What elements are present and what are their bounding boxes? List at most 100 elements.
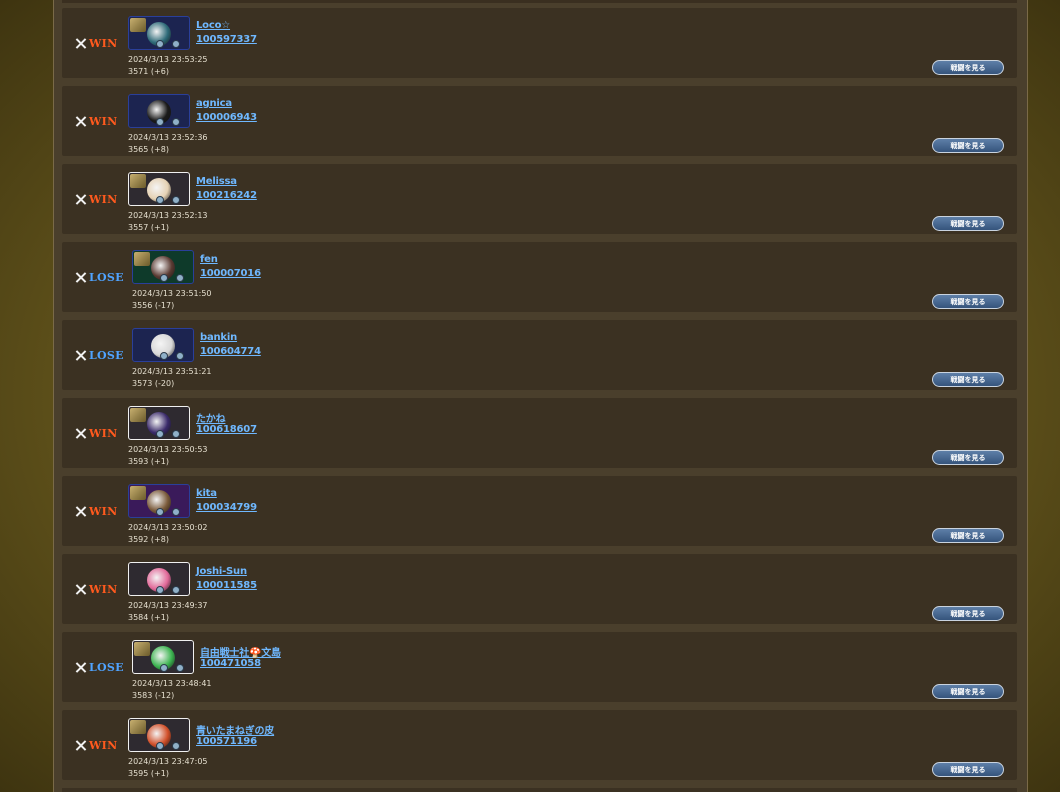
rank-badge-icon — [134, 642, 150, 656]
player-id-link[interactable]: 100011585 — [196, 580, 257, 591]
watch-battle-button[interactable]: 戦闘を見る — [932, 450, 1004, 465]
watch-battle-button[interactable]: 戦闘を見る — [932, 684, 1004, 699]
rank-badge-icon — [130, 18, 146, 32]
player-id-link[interactable]: 100007016 — [200, 268, 261, 279]
watch-battle-button[interactable]: 戦闘を見る — [932, 372, 1004, 387]
team-icon[interactable] — [132, 250, 194, 284]
player-name-link[interactable]: bankin — [200, 332, 237, 343]
battle-timestamp: 2024/3/13 23:49:37 — [128, 601, 208, 610]
team-icon[interactable] — [128, 172, 190, 206]
result-label: LOSE — [89, 270, 124, 284]
result-indicator: WIN — [75, 115, 117, 128]
match-row: LOSE 自由戦士社🍄文島 100471058 2024/3/13 23:48:… — [62, 632, 1017, 702]
rank-badge-icon — [130, 486, 146, 500]
crossed-swords-icon — [75, 38, 86, 49]
player-id-link[interactable]: 100597337 — [196, 34, 257, 45]
rating-change: 3556 (-17) — [132, 301, 175, 310]
team-icon[interactable] — [132, 640, 194, 674]
element-dot-icon — [156, 196, 164, 204]
match-row: WIN kita 100034799 2024/3/13 23:50:02 35… — [62, 476, 1017, 546]
watch-battle-button[interactable]: 戦闘を見る — [932, 762, 1004, 777]
result-label: WIN — [89, 426, 118, 440]
team-icon[interactable] — [128, 562, 190, 596]
match-row: WIN agnica 100006943 2024/3/13 23:52:36 … — [62, 86, 1017, 156]
player-id-link[interactable]: 100216242 — [196, 190, 257, 201]
element-dot-icon — [172, 430, 180, 438]
result-indicator: LOSE — [75, 270, 124, 284]
watch-battle-button[interactable]: 戦闘を見る — [932, 294, 1004, 309]
team-icon[interactable] — [128, 718, 190, 752]
crossed-swords-icon — [75, 116, 86, 127]
rating-change: 3595 (+1) — [128, 769, 169, 778]
player-id-link[interactable]: 100604774 — [200, 346, 261, 357]
battle-timestamp: 2024/3/13 23:50:53 — [128, 445, 208, 454]
result-indicator: WIN — [75, 426, 118, 440]
team-icon[interactable] — [128, 484, 190, 518]
element-dot-icon — [156, 742, 164, 750]
element-dot-icon — [156, 40, 164, 48]
player-id-link[interactable]: 100034799 — [196, 502, 257, 513]
team-icon[interactable] — [132, 328, 194, 362]
watch-battle-button[interactable]: 戦闘を見る — [932, 60, 1004, 75]
element-dot-icon — [176, 352, 184, 360]
team-icon[interactable] — [128, 16, 190, 50]
player-name-link[interactable]: agnica — [196, 98, 232, 109]
player-name-link[interactable]: kita — [196, 488, 217, 499]
watch-battle-button[interactable]: 戦闘を見る — [932, 528, 1004, 543]
player-name-link[interactable]: Joshi-Sun — [196, 566, 247, 577]
battle-timestamp: 2024/3/13 23:52:13 — [128, 211, 208, 220]
team-icon[interactable] — [128, 94, 190, 128]
next-row-edge — [62, 788, 1017, 792]
match-row: LOSE fen 100007016 2024/3/13 23:51:50 35… — [62, 242, 1017, 312]
match-row: LOSE bankin 100604774 2024/3/13 23:51:21… — [62, 320, 1017, 390]
watch-battle-button[interactable]: 戦闘を見る — [932, 216, 1004, 231]
result-label: WIN — [89, 192, 118, 206]
element-dot-icon — [156, 508, 164, 516]
rating-change: 3584 (+1) — [128, 613, 169, 622]
rating-change: 3593 (+1) — [128, 457, 169, 466]
element-dot-icon — [172, 508, 180, 516]
crossed-swords-icon — [75, 428, 86, 439]
element-dot-icon — [156, 118, 164, 126]
rank-badge-icon — [130, 408, 146, 422]
player-name-link[interactable]: 青いたまねぎの皮 — [196, 722, 274, 737]
rating-change: 3565 (+8) — [128, 145, 169, 154]
watch-battle-button[interactable]: 戦闘を見る — [932, 138, 1004, 153]
crossed-swords-icon — [75, 662, 86, 673]
result-indicator: WIN — [75, 192, 118, 206]
element-dot-icon — [172, 742, 180, 750]
crossed-swords-icon — [75, 272, 86, 283]
result-indicator: WIN — [75, 504, 118, 518]
result-indicator: LOSE — [75, 661, 124, 674]
watch-battle-button[interactable]: 戦闘を見る — [932, 606, 1004, 621]
player-name-link[interactable]: たかね — [196, 410, 226, 425]
rating-change: 3571 (+6) — [128, 67, 169, 76]
result-label: WIN — [89, 36, 118, 50]
player-id-link[interactable]: 100006943 — [196, 112, 257, 123]
result-indicator: WIN — [75, 583, 117, 596]
player-id-link[interactable]: 100471058 — [200, 658, 261, 669]
result-indicator: WIN — [75, 738, 118, 752]
result-label: WIN — [89, 738, 118, 752]
crossed-swords-icon — [75, 506, 86, 517]
battle-timestamp: 2024/3/13 23:52:36 — [128, 133, 208, 142]
player-name-link[interactable]: 自由戦士社🍄文島 — [200, 644, 281, 659]
result-indicator: WIN — [75, 36, 118, 50]
team-icon[interactable] — [128, 406, 190, 440]
player-name-link[interactable]: fen — [200, 254, 218, 265]
battle-timestamp: 2024/3/13 23:51:50 — [132, 289, 212, 298]
result-label: LOSE — [89, 348, 124, 362]
battle-timestamp: 2024/3/13 23:48:41 — [132, 679, 212, 688]
rating-change: 3592 (+8) — [128, 535, 169, 544]
rating-change: 3583 (-12) — [132, 691, 175, 700]
player-name-link[interactable]: Melissa — [196, 176, 237, 187]
match-row: WIN Joshi-Sun 100011585 2024/3/13 23:49:… — [62, 554, 1017, 624]
result-label: WIN — [89, 504, 118, 518]
player-id-link[interactable]: 100571196 — [196, 736, 257, 747]
player-name-link[interactable]: Loco☆ — [196, 20, 230, 31]
element-dot-icon — [160, 274, 168, 282]
player-id-link[interactable]: 100618607 — [196, 424, 257, 435]
element-dot-icon — [172, 118, 180, 126]
battle-timestamp: 2024/3/13 23:51:21 — [132, 367, 212, 376]
result-indicator: LOSE — [75, 348, 124, 362]
